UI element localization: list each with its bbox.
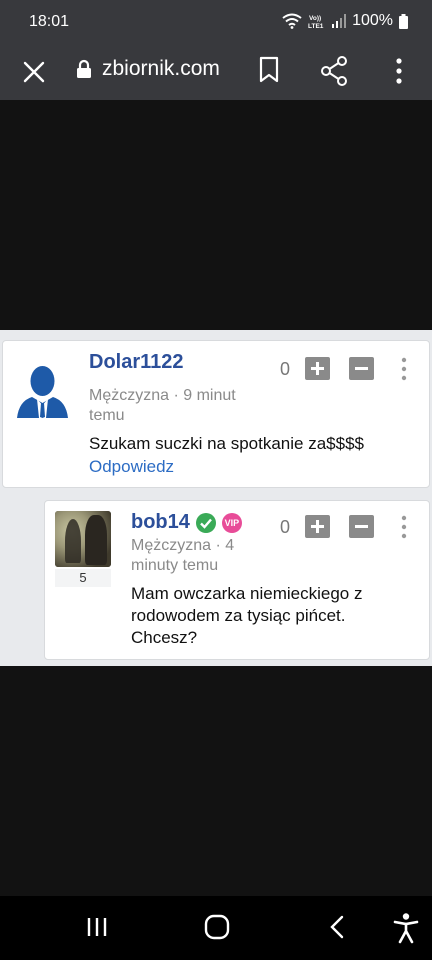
battery-icon xyxy=(399,13,408,29)
svg-text:Vo)): Vo)) xyxy=(309,15,321,22)
recents-icon[interactable] xyxy=(86,916,108,938)
verified-check-icon xyxy=(195,512,216,533)
status-bar: 18:01 Vo)) LTE1 100% xyxy=(0,0,432,44)
reply-card: 5 bob14 VIP Mężczyzna · 4 minuty temu Ma… xyxy=(44,500,430,660)
url-bar[interactable]: zbiornik.com xyxy=(76,57,220,81)
vote-score: 0 xyxy=(280,359,291,379)
signal-icon xyxy=(332,14,347,28)
back-icon[interactable] xyxy=(328,915,346,939)
home-icon[interactable] xyxy=(204,914,230,940)
minus-icon xyxy=(355,525,368,528)
default-avatar-icon[interactable] xyxy=(15,361,70,418)
reply-username[interactable]: bob14 xyxy=(131,511,190,534)
minus-icon xyxy=(355,367,368,370)
video-area-top xyxy=(0,100,432,330)
close-icon[interactable] xyxy=(20,58,48,86)
plus-icon xyxy=(311,520,324,533)
avatar-count: 5 xyxy=(55,569,111,587)
more-vert-icon[interactable] xyxy=(392,56,406,86)
battery-percentage: 100% xyxy=(352,12,393,29)
bookmark-icon[interactable] xyxy=(258,56,280,84)
reply-vote-score: 0 xyxy=(280,517,291,537)
avatar xyxy=(55,511,111,567)
reply-username-row: bob14 VIP xyxy=(131,511,242,534)
reply-text: Mam owczarka niemieckiego z rodowodem za… xyxy=(131,584,363,647)
lock-icon xyxy=(77,59,91,78)
reply-upvote-button[interactable] xyxy=(305,515,330,538)
reply-downvote-button[interactable] xyxy=(349,515,374,538)
comment-card: Dolar1122 Mężczyzna · 9 minut temu Szuka… xyxy=(2,340,430,488)
volte-icon: Vo)) LTE1 xyxy=(308,15,324,29)
comment-meta: Mężczyzna · 9 minut temu xyxy=(89,387,236,424)
status-time: 18:01 xyxy=(29,13,70,30)
comment-text: Szukam suczki na spotkanie za$$$$ xyxy=(89,434,364,453)
vip-badge: VIP xyxy=(221,512,242,533)
share-icon[interactable] xyxy=(320,56,348,86)
browser-toolbar: zbiornik.com xyxy=(0,44,432,100)
downvote-button[interactable] xyxy=(349,357,374,380)
wifi-icon xyxy=(282,13,302,29)
comment-username[interactable]: Dolar1122 xyxy=(89,351,184,374)
url-text: zbiornik.com xyxy=(102,57,220,80)
reply-meta: Mężczyzna · 4 minuty temu xyxy=(131,537,235,574)
comment-more-icon[interactable] xyxy=(400,357,408,381)
reply-more-icon[interactable] xyxy=(400,515,408,539)
plus-icon xyxy=(311,362,324,375)
accessibility-icon[interactable] xyxy=(392,912,420,944)
reply-avatar-block[interactable]: 5 xyxy=(55,511,111,587)
svg-text:LTE1: LTE1 xyxy=(308,23,324,29)
video-area-bottom xyxy=(0,666,432,896)
reply-link[interactable]: Odpowiedz xyxy=(89,457,174,477)
system-nav-bar xyxy=(0,896,432,960)
comments-section: Dolar1122 Mężczyzna · 9 minut temu Szuka… xyxy=(0,330,432,666)
upvote-button[interactable] xyxy=(305,357,330,380)
status-icons: Vo)) LTE1 100% xyxy=(282,12,408,30)
